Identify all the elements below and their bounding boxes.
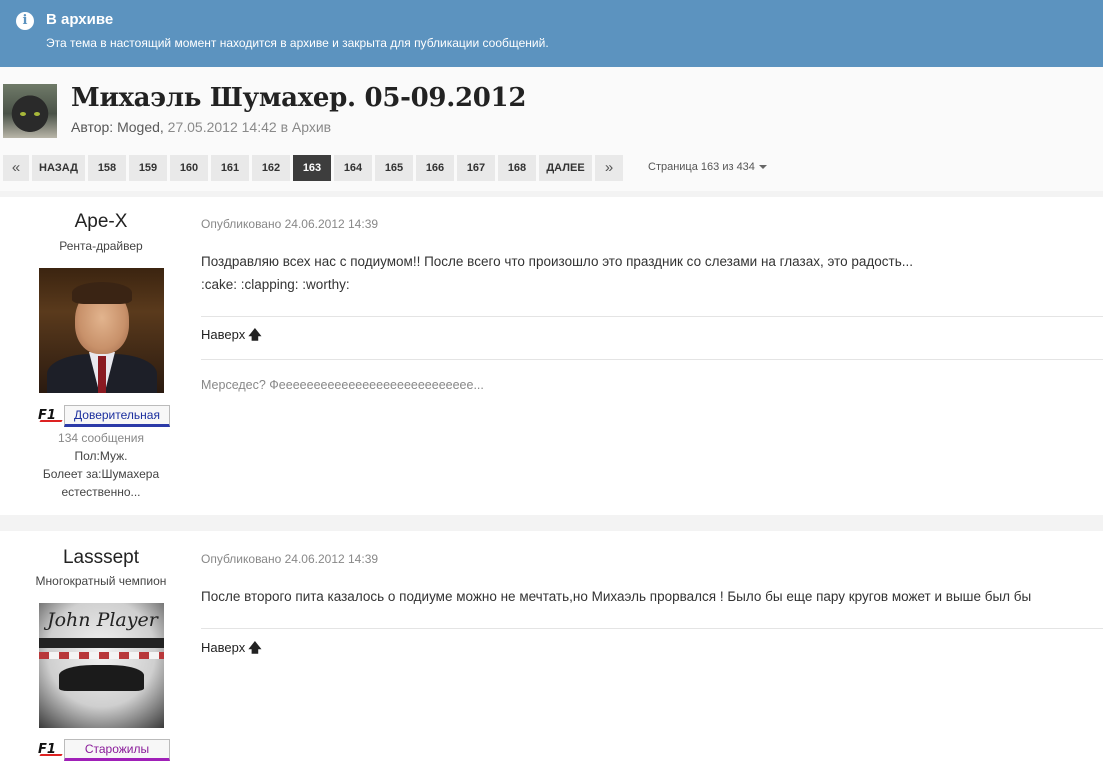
f1-logo-icon: F1 — [38, 743, 64, 757]
cat-eye-left — [20, 112, 26, 116]
arrow-up-icon: 🡅 — [248, 327, 262, 342]
back-to-top-link[interactable]: Наверх 🡅 — [201, 639, 262, 661]
page-button[interactable]: 162 — [252, 155, 290, 181]
post: Ape-X Рента-драйвер F1 Доверительная 134… — [0, 197, 1103, 515]
arrow-up-icon: 🡅 — [248, 640, 262, 655]
next-page-button[interactable]: ДАЛЕЕ — [539, 155, 592, 181]
post-author-rank: Рента-драйвер — [59, 239, 143, 253]
first-page-button[interactable]: « — [3, 155, 29, 181]
page-button[interactable]: 159 — [129, 155, 167, 181]
chevron-down-icon — [758, 165, 767, 170]
post-content: Поздравляю всех нас с подиумом!! После в… — [201, 250, 1101, 296]
post-author-avatar[interactable] — [39, 268, 164, 393]
current-page-button[interactable]: 163 — [293, 155, 331, 181]
author-info: 134 сообщения Пол:Муж. Болеет за:Шумахер… — [0, 429, 202, 501]
post-text-line: После второго пита казалось о подиуме мо… — [201, 589, 1032, 604]
post-content: После второго пита казалось о подиуме мо… — [201, 585, 1101, 608]
back-to-top-link[interactable]: Наверх 🡅 — [201, 326, 262, 348]
archive-banner: i В архиве Эта тема в настоящий момент н… — [0, 0, 1103, 67]
page-info: Страница 163 из 434 — [648, 161, 755, 173]
post-signature: Мерседес? Фееееееееееееееееееееееееееее.… — [201, 378, 484, 392]
pagination: « НАЗАД 158 159 160 161 162 163 164 165 … — [3, 155, 626, 181]
page-button[interactable]: 168 — [498, 155, 536, 181]
group-badge: F1 Старожилы — [38, 739, 170, 761]
post-text-line: :cake: :clapping: :worthy: — [201, 277, 350, 292]
post: Lasssept Многократный чемпион John Playe… — [0, 531, 1103, 763]
topic-date: 27.05.2012 14:42 — [167, 119, 277, 135]
post-author-name[interactable]: Ape-X — [0, 211, 202, 233]
divider — [201, 628, 1103, 629]
page-button[interactable]: 164 — [334, 155, 372, 181]
f1-logo-icon: F1 — [38, 409, 64, 423]
author-prefix: Автор: — [71, 119, 114, 135]
forum-link[interactable]: Архив — [292, 119, 331, 135]
divider — [201, 316, 1103, 317]
divider — [201, 359, 1103, 360]
topic-meta: Автор: Moged, 27.05.2012 14:42 в Архив — [71, 119, 331, 135]
profile-field-fan: Болеет за:Шумахера естественно... — [42, 467, 160, 499]
profile-field-gender: Пол:Муж. — [74, 449, 128, 463]
page-button[interactable]: 161 — [211, 155, 249, 181]
post-author-rank: Многократный чемпион — [35, 574, 167, 588]
prev-page-button[interactable]: НАЗАД — [32, 155, 85, 181]
archive-text: Эта тема в настоящий момент находится в … — [46, 36, 549, 50]
post-author-name[interactable]: Lasssept — [0, 547, 202, 569]
post-date[interactable]: Опубликовано 24.06.2012 14:39 — [201, 217, 378, 231]
cat-eye-right — [34, 112, 40, 116]
page-button[interactable]: 166 — [416, 155, 454, 181]
page-button[interactable]: 167 — [457, 155, 495, 181]
helmet-sponsor-text: John Player — [47, 609, 158, 631]
page-jump-dropdown[interactable]: Страница 163 из 434 — [648, 161, 767, 173]
page-button[interactable]: 160 — [170, 155, 208, 181]
post-date[interactable]: Опубликовано 24.06.2012 14:39 — [201, 552, 378, 566]
topic-author-avatar[interactable] — [3, 84, 57, 138]
page-button[interactable]: 158 — [88, 155, 126, 181]
post-text-line: Поздравляю всех нас с подиумом!! После в… — [201, 254, 913, 269]
last-page-button[interactable]: » — [595, 155, 623, 181]
back-to-top-label: Наверх — [201, 640, 246, 655]
topic-title: Михаэль Шумахер. 05-09.2012 — [71, 83, 527, 113]
group-badge: F1 Доверительная — [38, 405, 170, 427]
topic-header: Михаэль Шумахер. 05-09.2012 Автор: Moged… — [0, 67, 1103, 191]
post-count: 134 сообщения — [58, 431, 144, 445]
group-name: Доверительная — [64, 405, 170, 427]
post-author-avatar[interactable]: John Player — [39, 603, 164, 728]
info-icon: i — [16, 12, 34, 30]
group-name: Старожилы — [64, 739, 170, 761]
back-to-top-label: Наверх — [201, 327, 246, 342]
archive-title: В архиве — [46, 11, 114, 28]
page-button[interactable]: 165 — [375, 155, 413, 181]
topic-author-link[interactable]: Moged, — [117, 119, 164, 135]
in-word: в — [280, 119, 288, 135]
